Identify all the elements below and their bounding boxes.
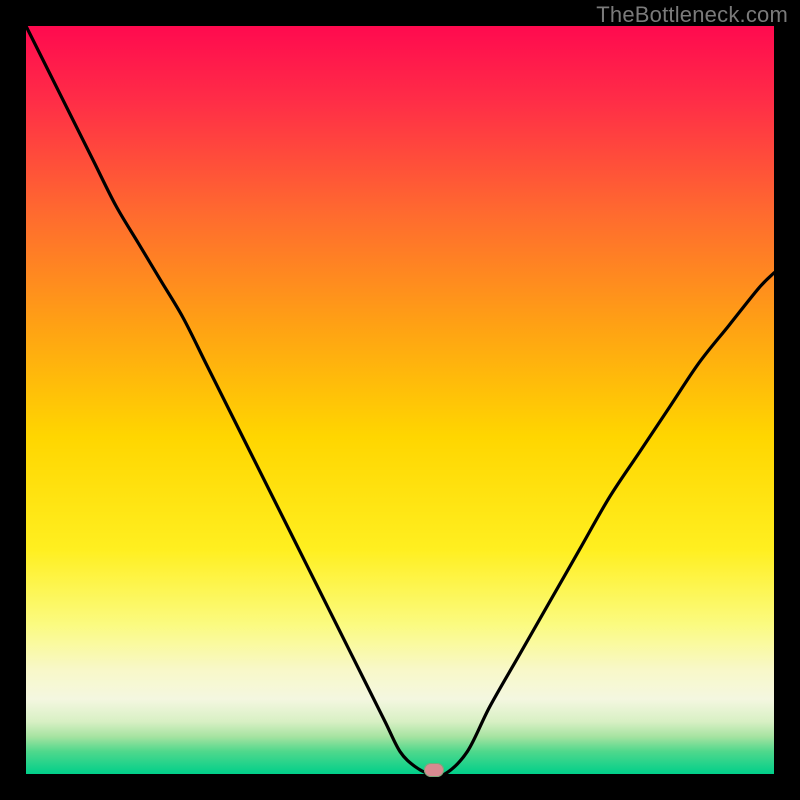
optimal-point-marker <box>424 763 444 777</box>
bottleneck-curve <box>26 26 774 774</box>
branding-watermark: TheBottleneck.com <box>596 2 788 28</box>
plot-area <box>26 26 774 774</box>
curve-path <box>26 26 774 774</box>
chart-frame: TheBottleneck.com <box>0 0 800 800</box>
